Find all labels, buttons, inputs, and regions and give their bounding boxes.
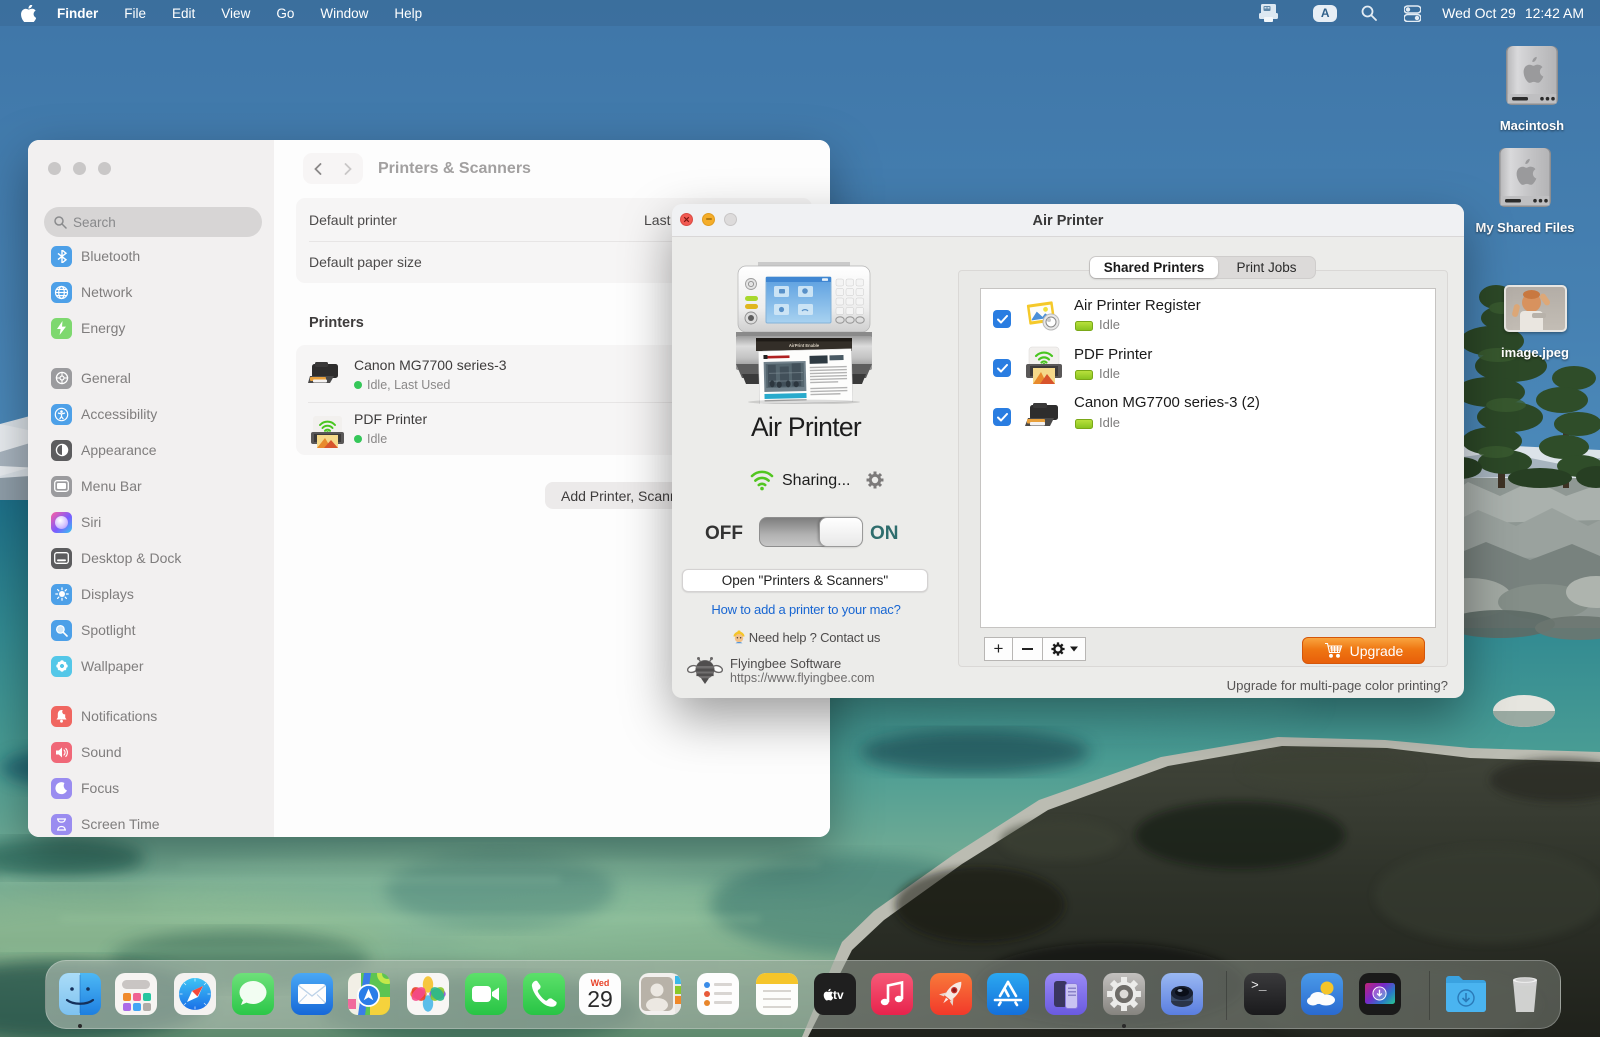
svg-text:AirPrint Enable: AirPrint Enable <box>789 343 820 348</box>
svg-text:tv: tv <box>833 988 844 1001</box>
